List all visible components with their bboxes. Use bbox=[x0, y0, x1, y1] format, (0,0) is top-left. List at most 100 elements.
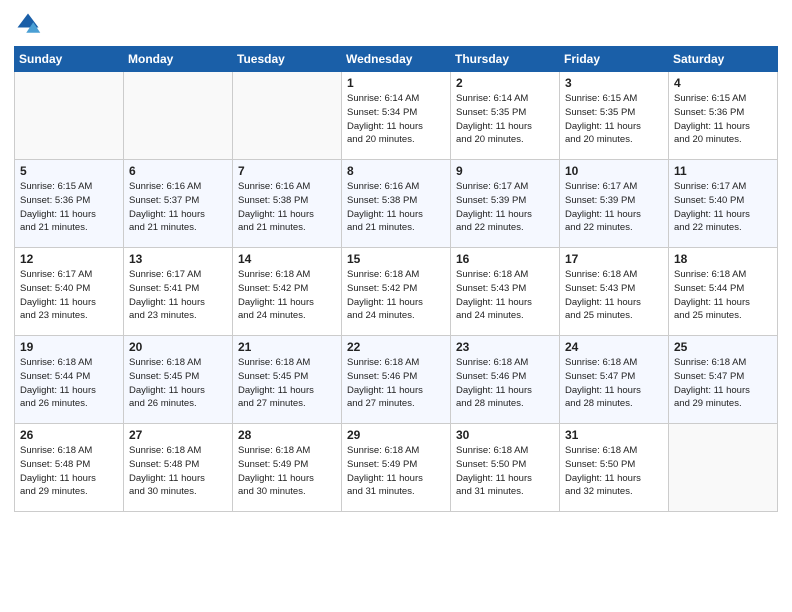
day-info: Sunrise: 6:18 AMSunset: 5:42 PMDaylight:… bbox=[238, 268, 337, 323]
table-row: 14 Sunrise: 6:18 AMSunset: 5:42 PMDayligh… bbox=[233, 248, 342, 336]
table-row: 28 Sunrise: 6:18 AMSunset: 5:49 PMDayligh… bbox=[233, 424, 342, 512]
weekday-header: Thursday bbox=[451, 47, 560, 72]
day-info: Sunrise: 6:17 AMSunset: 5:41 PMDaylight:… bbox=[129, 268, 228, 323]
weekday-header: Monday bbox=[124, 47, 233, 72]
table-row: 25 Sunrise: 6:18 AMSunset: 5:47 PMDayligh… bbox=[669, 336, 778, 424]
weekday-header: Wednesday bbox=[342, 47, 451, 72]
day-info: Sunrise: 6:14 AMSunset: 5:35 PMDaylight:… bbox=[456, 92, 555, 147]
day-number: 29 bbox=[347, 428, 446, 442]
day-info: Sunrise: 6:18 AMSunset: 5:44 PMDaylight:… bbox=[20, 356, 119, 411]
day-info: Sunrise: 6:18 AMSunset: 5:50 PMDaylight:… bbox=[456, 444, 555, 499]
table-row: 8Sunrise: 6:16 AMSunset: 5:38 PMDaylight… bbox=[342, 160, 451, 248]
day-number: 16 bbox=[456, 252, 555, 266]
day-number: 30 bbox=[456, 428, 555, 442]
day-info: Sunrise: 6:14 AMSunset: 5:34 PMDaylight:… bbox=[347, 92, 446, 147]
table-row: 4Sunrise: 6:15 AMSunset: 5:36 PMDaylight… bbox=[669, 72, 778, 160]
table-row: 26 Sunrise: 6:18 AMSunset: 5:48 PMDayligh… bbox=[15, 424, 124, 512]
day-number: 26 bbox=[20, 428, 119, 442]
table-row: 29 Sunrise: 6:18 AMSunset: 5:49 PMDayligh… bbox=[342, 424, 451, 512]
table-row: 12 Sunrise: 6:17 AMSunset: 5:40 PMDayligh… bbox=[15, 248, 124, 336]
day-info: Sunrise: 6:18 AMSunset: 5:43 PMDaylight:… bbox=[456, 268, 555, 323]
table-row: 6 Sunrise: 6:16 AMSunset: 5:37 PMDaylight… bbox=[124, 160, 233, 248]
day-info: Sunrise: 6:15 AMSunset: 5:35 PMDaylight:… bbox=[565, 92, 664, 147]
weekday-header: Tuesday bbox=[233, 47, 342, 72]
weekday-header: Sunday bbox=[15, 47, 124, 72]
table-row: 9 Sunrise: 6:17 AMSunset: 5:39 PMDaylight… bbox=[451, 160, 560, 248]
table-row: 7Sunrise: 6:16 AMSunset: 5:38 PMDaylight… bbox=[233, 160, 342, 248]
logo bbox=[14, 10, 44, 38]
day-info: Sunrise: 6:18 AMSunset: 5:46 PMDaylight:… bbox=[347, 356, 446, 411]
day-number: 4 bbox=[674, 76, 773, 90]
day-number: 6 bbox=[129, 164, 228, 178]
calendar-body: 1 Sunrise: 6:14 AMSunset: 5:34 PMDaylight… bbox=[15, 72, 778, 512]
table-row: 5Sunrise: 6:15 AMSunset: 5:36 PMDaylight… bbox=[15, 160, 124, 248]
header bbox=[14, 10, 778, 38]
calendar-week-row: 12 Sunrise: 6:17 AMSunset: 5:40 PMDayligh… bbox=[15, 248, 778, 336]
day-number: 10 bbox=[565, 164, 664, 178]
calendar-week-row: 5Sunrise: 6:15 AMSunset: 5:36 PMDaylight… bbox=[15, 160, 778, 248]
table-row: 31 Sunrise: 6:18 AMSunset: 5:50 PMDayligh… bbox=[560, 424, 669, 512]
day-info: Sunrise: 6:18 AMSunset: 5:48 PMDaylight:… bbox=[20, 444, 119, 499]
table-row: 27Sunrise: 6:18 AMSunset: 5:48 PMDayligh… bbox=[124, 424, 233, 512]
day-number: 1 bbox=[347, 76, 446, 90]
day-number: 13 bbox=[129, 252, 228, 266]
table-row: 23Sunrise: 6:18 AMSunset: 5:46 PMDayligh… bbox=[451, 336, 560, 424]
day-number: 24 bbox=[565, 340, 664, 354]
day-info: Sunrise: 6:18 AMSunset: 5:42 PMDaylight:… bbox=[347, 268, 446, 323]
table-row: 17Sunrise: 6:18 AMSunset: 5:43 PMDayligh… bbox=[560, 248, 669, 336]
page: SundayMondayTuesdayWednesdayThursdayFrid… bbox=[0, 0, 792, 612]
day-info: Sunrise: 6:16 AMSunset: 5:38 PMDaylight:… bbox=[347, 180, 446, 235]
table-row: 1 Sunrise: 6:14 AMSunset: 5:34 PMDaylight… bbox=[342, 72, 451, 160]
day-info: Sunrise: 6:18 AMSunset: 5:43 PMDaylight:… bbox=[565, 268, 664, 323]
day-number: 25 bbox=[674, 340, 773, 354]
day-number: 28 bbox=[238, 428, 337, 442]
logo-icon bbox=[14, 10, 42, 38]
weekday-header: Friday bbox=[560, 47, 669, 72]
day-info: Sunrise: 6:18 AMSunset: 5:47 PMDaylight:… bbox=[674, 356, 773, 411]
table-row bbox=[233, 72, 342, 160]
day-info: Sunrise: 6:18 AMSunset: 5:49 PMDaylight:… bbox=[347, 444, 446, 499]
table-row: 13 Sunrise: 6:17 AMSunset: 5:41 PMDayligh… bbox=[124, 248, 233, 336]
table-row bbox=[15, 72, 124, 160]
table-row bbox=[669, 424, 778, 512]
calendar: SundayMondayTuesdayWednesdayThursdayFrid… bbox=[14, 46, 778, 512]
weekday-header: Saturday bbox=[669, 47, 778, 72]
table-row: 15 Sunrise: 6:18 AMSunset: 5:42 PMDayligh… bbox=[342, 248, 451, 336]
table-row: 22Sunrise: 6:18 AMSunset: 5:46 PMDayligh… bbox=[342, 336, 451, 424]
day-info: Sunrise: 6:17 AMSunset: 5:39 PMDaylight:… bbox=[456, 180, 555, 235]
day-info: Sunrise: 6:18 AMSunset: 5:47 PMDaylight:… bbox=[565, 356, 664, 411]
day-info: Sunrise: 6:18 AMSunset: 5:44 PMDaylight:… bbox=[674, 268, 773, 323]
table-row bbox=[124, 72, 233, 160]
day-info: Sunrise: 6:18 AMSunset: 5:45 PMDaylight:… bbox=[129, 356, 228, 411]
day-info: Sunrise: 6:18 AMSunset: 5:45 PMDaylight:… bbox=[238, 356, 337, 411]
calendar-header: SundayMondayTuesdayWednesdayThursdayFrid… bbox=[15, 47, 778, 72]
day-number: 20 bbox=[129, 340, 228, 354]
day-number: 19 bbox=[20, 340, 119, 354]
day-info: Sunrise: 6:18 AMSunset: 5:48 PMDaylight:… bbox=[129, 444, 228, 499]
day-info: Sunrise: 6:18 AMSunset: 5:49 PMDaylight:… bbox=[238, 444, 337, 499]
day-info: Sunrise: 6:17 AMSunset: 5:39 PMDaylight:… bbox=[565, 180, 664, 235]
day-info: Sunrise: 6:16 AMSunset: 5:38 PMDaylight:… bbox=[238, 180, 337, 235]
table-row: 24 Sunrise: 6:18 AMSunset: 5:47 PMDayligh… bbox=[560, 336, 669, 424]
day-number: 12 bbox=[20, 252, 119, 266]
table-row: 18 Sunrise: 6:18 AMSunset: 5:44 PMDayligh… bbox=[669, 248, 778, 336]
day-number: 14 bbox=[238, 252, 337, 266]
day-number: 3 bbox=[565, 76, 664, 90]
table-row: 16 Sunrise: 6:18 AMSunset: 5:43 PMDayligh… bbox=[451, 248, 560, 336]
day-info: Sunrise: 6:17 AMSunset: 5:40 PMDaylight:… bbox=[20, 268, 119, 323]
table-row: 11Sunrise: 6:17 AMSunset: 5:40 PMDayligh… bbox=[669, 160, 778, 248]
day-info: Sunrise: 6:16 AMSunset: 5:37 PMDaylight:… bbox=[129, 180, 228, 235]
table-row: 3 Sunrise: 6:15 AMSunset: 5:35 PMDaylight… bbox=[560, 72, 669, 160]
day-number: 5 bbox=[20, 164, 119, 178]
calendar-week-row: 1 Sunrise: 6:14 AMSunset: 5:34 PMDaylight… bbox=[15, 72, 778, 160]
calendar-week-row: 19 Sunrise: 6:18 AMSunset: 5:44 PMDayligh… bbox=[15, 336, 778, 424]
day-number: 9 bbox=[456, 164, 555, 178]
table-row: 21Sunrise: 6:18 AMSunset: 5:45 PMDayligh… bbox=[233, 336, 342, 424]
weekday-row: SundayMondayTuesdayWednesdayThursdayFrid… bbox=[15, 47, 778, 72]
day-number: 15 bbox=[347, 252, 446, 266]
day-number: 18 bbox=[674, 252, 773, 266]
day-number: 31 bbox=[565, 428, 664, 442]
day-info: Sunrise: 6:18 AMSunset: 5:50 PMDaylight:… bbox=[565, 444, 664, 499]
day-number: 23 bbox=[456, 340, 555, 354]
calendar-week-row: 26 Sunrise: 6:18 AMSunset: 5:48 PMDayligh… bbox=[15, 424, 778, 512]
